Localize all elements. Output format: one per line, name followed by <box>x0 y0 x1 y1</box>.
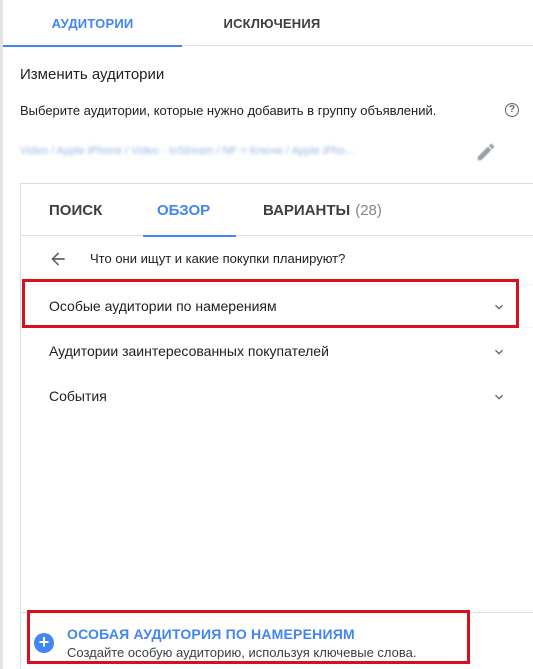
top-tabs: АУДИТОРИИ ИСКЛЮЧЕНИЯ <box>3 0 533 47</box>
list-item-label: Аудитории заинтересованных покупателей <box>49 343 329 359</box>
chevron-down-icon[interactable] <box>491 299 507 315</box>
list-item-life-events[interactable]: События <box>21 374 533 418</box>
list-item-label: Особые аудитории по намерениям <box>49 298 277 314</box>
arrow-back-icon[interactable] <box>48 249 68 269</box>
tab-browse-label: ОБЗОР <box>157 201 211 219</box>
variants-count: (28) <box>355 201 382 219</box>
tab-exclusions-label: ИСКЛЮЧЕНИЯ <box>223 15 321 31</box>
back-row: Что они ищут и какие покупки планируют? <box>21 236 533 280</box>
tab-browse[interactable]: ОБЗОР <box>143 184 237 237</box>
section-title: Изменить аудитории <box>20 66 165 83</box>
tab-search-label: ПОИСК <box>49 201 103 219</box>
tab-audiences[interactable]: АУДИТОРИИ <box>3 0 182 47</box>
list-item-in-market[interactable]: Аудитории заинтересованных покупателей <box>21 329 533 373</box>
bottom-divider <box>21 612 533 613</box>
add-circle-icon: + <box>34 633 54 653</box>
list-item-custom-intent[interactable]: Особые аудитории по намерениям <box>21 284 533 328</box>
audience-browser-card: ПОИСК ОБЗОР ВАРИАНТЫ (28) Что они ищут и… <box>20 183 533 669</box>
category-title: Что они ищут и какие покупки планируют? <box>90 251 346 266</box>
inner-tabs: ПОИСК ОБЗОР ВАРИАНТЫ (28) <box>21 184 533 237</box>
create-button-subtitle: Создайте особую аудиторию, используя клю… <box>67 645 417 660</box>
tab-audiences-label: АУДИТОРИИ <box>51 15 134 31</box>
tab-variants-label: ВАРИАНТЫ <box>263 201 351 219</box>
active-tab-indicator <box>3 45 182 47</box>
tab-search[interactable]: ПОИСК <box>49 184 102 236</box>
left-edge-divider <box>0 0 3 669</box>
pencil-icon[interactable] <box>475 141 497 163</box>
list-item-label: События <box>49 388 107 404</box>
create-button-title: ОСОБАЯ АУДИТОРИЯ ПО НАМЕРЕНИЯМ <box>67 626 355 642</box>
chevron-down-icon[interactable] <box>491 344 507 360</box>
ad-group-breadcrumb: Video / Apple iPhone / Video - InStream … <box>20 145 355 157</box>
tab-exclusions[interactable]: ИСКЛЮЧЕНИЯ <box>182 0 362 46</box>
chevron-down-icon[interactable] <box>491 389 507 405</box>
tab-variants[interactable]: ВАРИАНТЫ (28) <box>263 184 382 236</box>
create-custom-intent-button[interactable]: + ОСОБАЯ АУДИТОРИЯ ПО НАМЕРЕНИЯМ Создайт… <box>32 624 472 668</box>
description-text: Выберите аудитории, которые нужно добави… <box>20 103 437 118</box>
help-icon[interactable]: ? <box>505 103 519 117</box>
